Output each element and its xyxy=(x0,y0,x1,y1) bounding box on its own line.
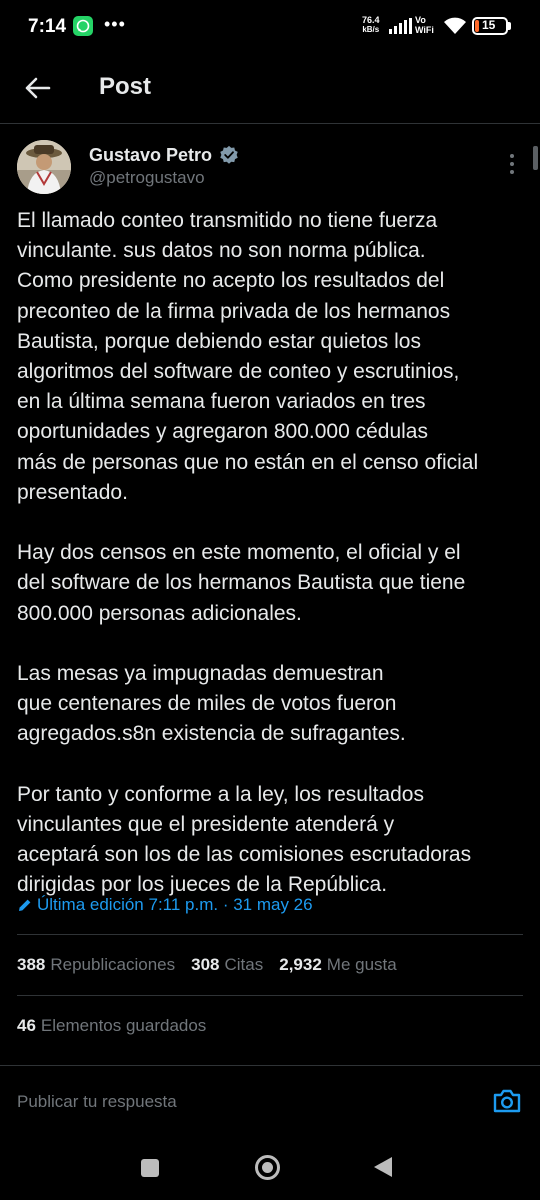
reposts-label: Republicaciones xyxy=(50,955,176,974)
battery-level: 15 xyxy=(482,18,496,32)
more-vertical-icon-dot xyxy=(510,170,514,174)
quotes-stat[interactable]: 308 Citas xyxy=(191,955,263,975)
reposts-stat[interactable]: 388 Republicaciones xyxy=(17,955,175,975)
net-speed: 76.4 kB/s xyxy=(362,15,380,35)
edit-history-link[interactable]: Última edición 7:11 p.m. · 31 may 26 xyxy=(17,895,313,915)
wifi-icon xyxy=(444,17,466,34)
net-speed-unit: kB/s xyxy=(362,25,380,34)
likes-count: 2,932 xyxy=(279,955,322,974)
whatsapp-icon xyxy=(73,16,93,36)
vowifi-indicator: Vo WiFi xyxy=(415,15,434,35)
post-paragraph: El llamado conteo transmitido no tiene f… xyxy=(17,209,479,504)
post-text: El llamado conteo transmitido no tiene f… xyxy=(17,206,527,901)
reply-input[interactable]: Publicar tu respuesta xyxy=(17,1092,177,1112)
back-button[interactable] xyxy=(20,70,56,106)
author-name[interactable]: Gustavo Petro xyxy=(89,145,212,166)
more-vertical-icon xyxy=(510,154,514,158)
author-handle[interactable]: @petrogustavo xyxy=(89,168,205,188)
more-options-button[interactable] xyxy=(502,150,522,178)
system-nav-bar xyxy=(0,1135,540,1200)
battery-tip xyxy=(508,22,511,30)
net-speed-value: 76.4 xyxy=(362,15,380,25)
signal-icon xyxy=(389,18,412,34)
scroll-indicator[interactable] xyxy=(533,146,538,170)
reposts-count: 388 xyxy=(17,955,46,974)
saves-count: 46 xyxy=(17,1016,36,1035)
more-vertical-icon-dot xyxy=(510,162,514,166)
engagement-stats: 388 Republicaciones 308 Citas 2,932 Me gust… xyxy=(17,955,397,975)
reply-bar: Publicar tu respuesta xyxy=(0,1065,540,1135)
pencil-icon xyxy=(19,899,31,911)
avatar-image xyxy=(17,140,71,194)
verified-badge-icon xyxy=(220,145,238,164)
status-time: 7:14 xyxy=(28,16,67,37)
battery-fill xyxy=(475,20,479,32)
camera-icon[interactable] xyxy=(492,1086,522,1116)
vowifi-top: Vo xyxy=(415,15,426,25)
top-app-bar: Post xyxy=(0,54,540,124)
bookmarks-stat[interactable]: 46 Elementos guardados xyxy=(17,1016,206,1036)
back-triangle-icon[interactable] xyxy=(374,1157,392,1177)
post-paragraph: Las mesas ya impugnadas demuestran que c… xyxy=(17,662,406,746)
edit-history-label: Última edición 7:11 p.m. · 31 may 26 xyxy=(37,895,313,914)
recents-square-icon[interactable] xyxy=(141,1159,159,1177)
post-paragraph: Por tanto y conforme a la ley, los resul… xyxy=(17,782,472,897)
notification-more-icon: ••• xyxy=(104,14,126,34)
back-arrow-icon xyxy=(25,77,51,99)
status-bar: 7:14 ••• 76.4 kB/s Vo WiFi 15 xyxy=(0,0,540,54)
vowifi-bottom: WiFi xyxy=(415,25,434,35)
saves-label: Elementos guardados xyxy=(40,1016,207,1035)
avatar[interactable] xyxy=(17,140,71,194)
battery-icon: 15 xyxy=(472,17,508,35)
likes-label: Me gusta xyxy=(326,955,397,974)
likes-stat[interactable]: 2,932 Me gusta xyxy=(279,955,396,975)
home-circle-icon[interactable] xyxy=(255,1155,280,1180)
divider xyxy=(17,934,523,935)
quotes-label: Citas xyxy=(224,955,264,974)
divider xyxy=(17,995,523,996)
post-paragraph: Hay dos censos en este momento, el ofici… xyxy=(17,541,466,625)
quotes-count: 308 xyxy=(191,955,220,974)
page-title: Post xyxy=(99,73,152,100)
